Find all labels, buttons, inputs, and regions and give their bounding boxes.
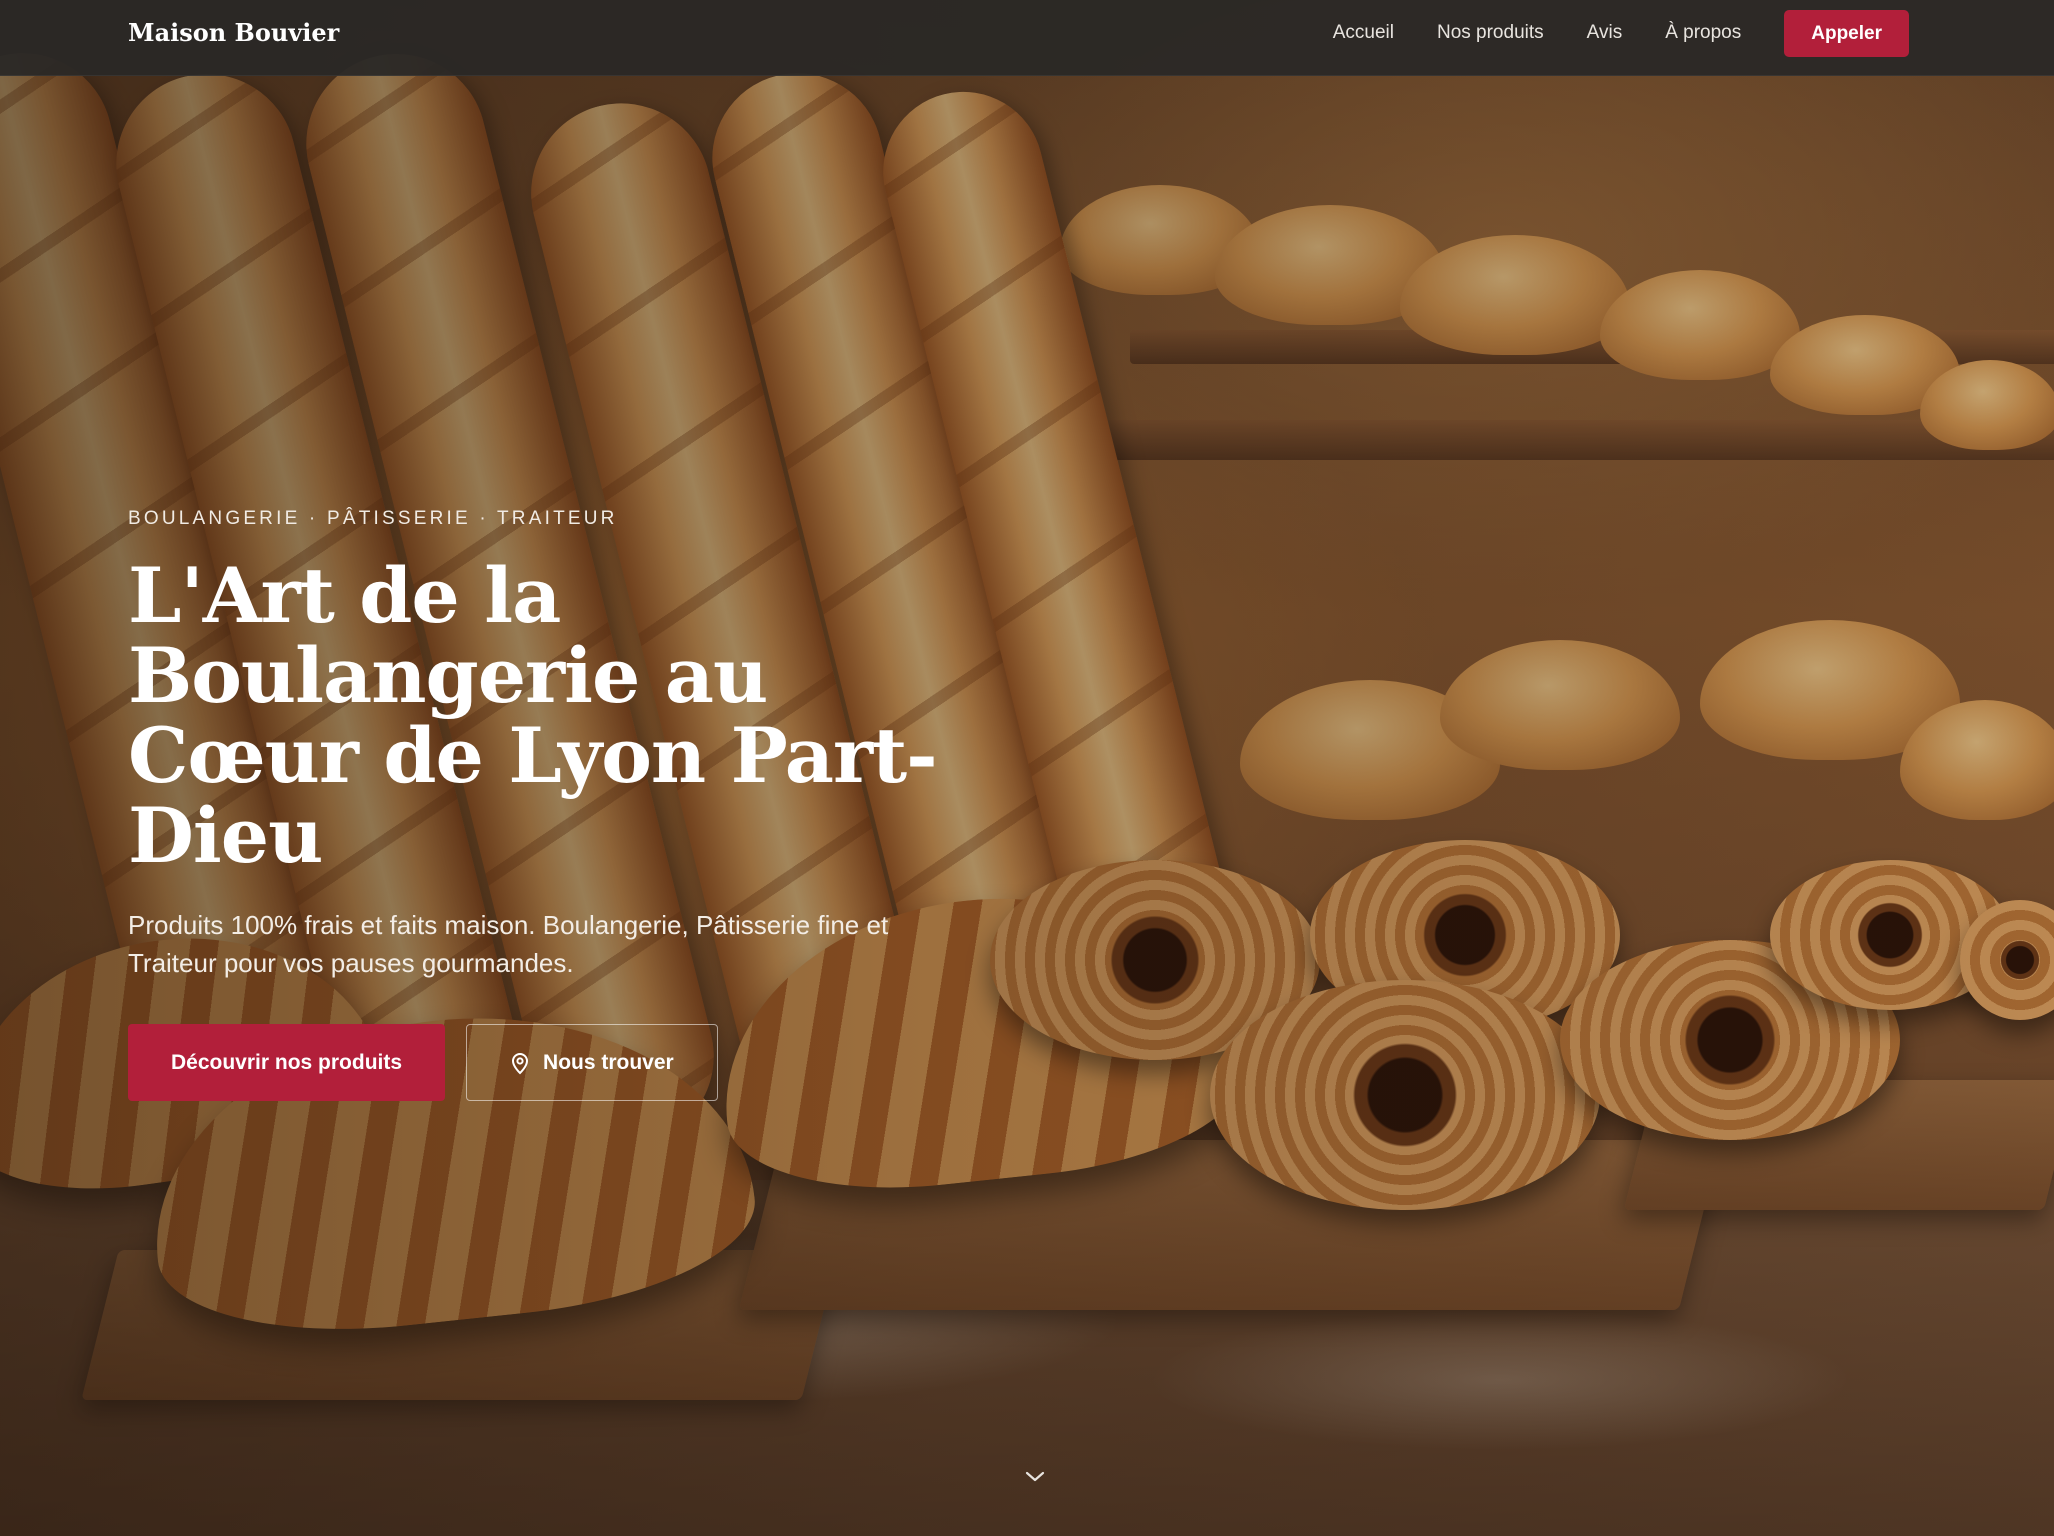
hero-content: BOULANGERIE · PÂTISSERIE · TRAITEUR L'Ar… [128, 508, 1028, 1101]
hero-headline: L'Art de la Boulangerie au Cœur de Lyon … [128, 551, 938, 880]
top-navigation: Maison Bouvier Accueil Nos produits Avis… [0, 0, 2054, 76]
map-pin-icon [510, 1051, 530, 1075]
hero-eyebrow: BOULANGERIE · PÂTISSERIE · TRAITEUR [128, 508, 618, 529]
find-us-button[interactable]: Nous trouver [466, 1024, 718, 1101]
nav-link-avis[interactable]: Avis [1587, 22, 1623, 44]
nav-link-a-propos[interactable]: À propos [1665, 22, 1741, 44]
hero-actions: Découvrir nos produits Nous trouver [128, 1024, 1028, 1101]
nav-link-nos-produits[interactable]: Nos produits [1437, 22, 1544, 44]
hero-subtitle: Produits 100% frais et faits maison. Bou… [128, 910, 889, 978]
call-button[interactable]: Appeler [1784, 9, 1909, 57]
find-us-label: Nous trouver [543, 1050, 674, 1074]
nav-links: Accueil Nos produits Avis À propos Appel… [1290, 0, 1909, 66]
discover-products-button[interactable]: Découvrir nos produits [128, 1024, 446, 1101]
nav-link-accueil[interactable]: Accueil [1333, 22, 1394, 44]
chevron-down-icon[interactable] [1024, 1468, 1046, 1484]
brand-logo[interactable]: Maison Bouvier [128, 18, 339, 47]
